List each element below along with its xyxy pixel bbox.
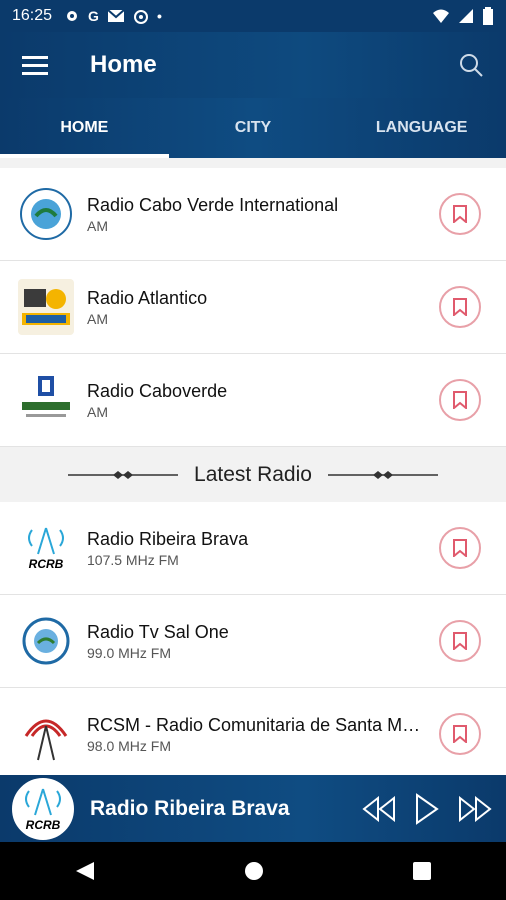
station-logo: RCRB (18, 520, 74, 576)
bookmark-button[interactable] (439, 620, 481, 662)
tab-home[interactable]: HOME (0, 98, 169, 158)
radio-icon (133, 10, 148, 24)
section-header: Latest Radio (0, 447, 506, 502)
signal-icon (459, 9, 473, 23)
bookmark-button[interactable] (439, 713, 481, 755)
bookmark-button[interactable] (439, 286, 481, 328)
station-band: AM (87, 217, 108, 234)
station-list: Radio Cabo Verde International AM Radio … (0, 168, 506, 781)
app-bar: Home (0, 32, 506, 98)
system-nav-bar (0, 842, 506, 900)
bookmark-icon (453, 391, 467, 409)
home-icon[interactable] (243, 860, 265, 882)
station-logo (18, 372, 74, 428)
menu-button[interactable] (0, 32, 70, 98)
gear-icon (67, 11, 78, 21)
page-title: Home (90, 51, 157, 78)
tab-city[interactable]: CITY (169, 98, 338, 158)
list-item[interactable]: Radio Atlantico AM (0, 261, 506, 354)
bookmark-icon (453, 632, 467, 650)
station-name: Radio Tv Sal One (87, 621, 229, 642)
wifi-icon (433, 9, 449, 23)
tab-language[interactable]: LANGUAGE (337, 98, 506, 158)
back-icon[interactable] (74, 860, 96, 882)
status-icons: G • (64, 8, 162, 24)
tab-bar: HOME CITY LANGUAGE (0, 98, 506, 158)
play-icon[interactable] (414, 792, 440, 825)
station-band: 98.0 MHz FM (87, 737, 172, 754)
player-controls (362, 792, 506, 825)
rewind-icon[interactable] (362, 795, 396, 822)
station-band: AM (87, 310, 108, 327)
mail-icon (107, 9, 125, 22)
bookmark-icon (453, 539, 467, 557)
station-name: RCSM - Radio Comunitaria de Santa Maria (87, 714, 427, 735)
ornament-left-icon (68, 470, 179, 479)
dot-icon: • (156, 8, 162, 24)
google-icon: G (88, 8, 99, 24)
player-title: Radio Ribeira Brava (90, 796, 290, 820)
status-bar: 16:25 G • (0, 0, 506, 32)
search-button[interactable] (436, 32, 506, 98)
station-logo (18, 186, 74, 242)
station-logo (18, 279, 74, 335)
station-name: Radio Cabo Verde International (87, 194, 339, 215)
list-item[interactable]: Radio Cabo Verde International AM (0, 168, 506, 261)
bookmark-icon (453, 205, 467, 223)
station-logo (18, 706, 74, 762)
battery-icon (483, 7, 493, 25)
recents-icon[interactable] (412, 861, 432, 881)
station-logo (18, 613, 74, 669)
bookmark-button[interactable] (439, 379, 481, 421)
bookmark-button[interactable] (439, 527, 481, 569)
ornament-right-icon (327, 470, 438, 479)
station-band: 107.5 MHz FM (87, 551, 179, 568)
bookmark-button[interactable] (439, 193, 481, 235)
svg-text:RCRB: RCRB (29, 557, 64, 571)
bookmark-icon (453, 725, 467, 743)
status-right-icons (432, 7, 494, 25)
list-item[interactable]: RCSM - Radio Comunitaria de Santa Maria … (0, 688, 506, 781)
player-logo-text: RCRB (26, 818, 61, 832)
fast-forward-icon[interactable] (458, 795, 492, 822)
hamburger-menu-icon (22, 56, 48, 75)
mini-player[interactable]: RCRB Radio Ribeira Brava (0, 775, 506, 842)
station-name: Radio Atlantico (87, 287, 208, 308)
bookmark-icon (453, 298, 467, 316)
list-item[interactable]: RCRB Radio Ribeira Brava 107.5 MHz FM (0, 502, 506, 595)
station-band: AM (87, 403, 108, 420)
status-time: 16:25 (12, 7, 53, 24)
list-item[interactable]: Radio Tv Sal One 99.0 MHz FM (0, 595, 506, 688)
list-item[interactable]: Radio Caboverde AM (0, 354, 506, 447)
station-name: Radio Caboverde (87, 380, 228, 401)
station-name: Radio Ribeira Brava (87, 528, 249, 549)
section-title: Latest Radio (194, 462, 312, 486)
player-logo: RCRB (12, 777, 74, 840)
station-band: 99.0 MHz FM (87, 644, 172, 661)
search-icon (460, 54, 483, 77)
